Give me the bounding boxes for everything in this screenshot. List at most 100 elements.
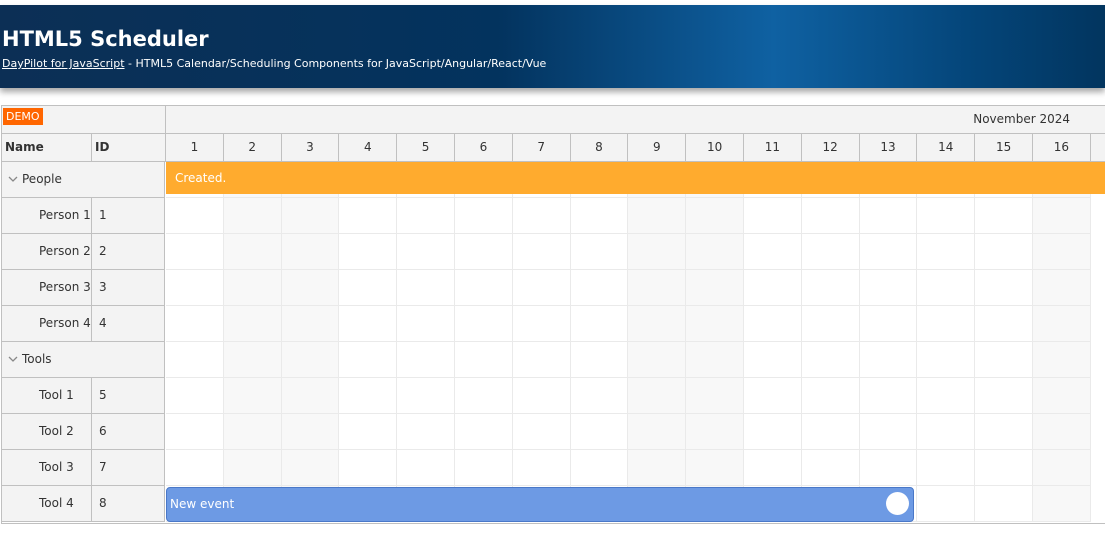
grid-cell[interactable] — [512, 342, 571, 378]
grid-cell[interactable] — [455, 342, 513, 378]
day-header[interactable]: 16 — [1033, 134, 1091, 161]
grid-cell[interactable] — [628, 414, 687, 450]
grid-cell[interactable] — [859, 342, 918, 378]
grid-cell[interactable] — [455, 198, 513, 234]
column-header-name[interactable]: Name — [2, 134, 92, 161]
grid-cell[interactable] — [917, 486, 976, 522]
grid-cell[interactable] — [223, 414, 282, 450]
grid-cell[interactable] — [223, 234, 282, 270]
grid-cell[interactable] — [628, 198, 687, 234]
grid-cell[interactable] — [166, 450, 224, 486]
grid-cell[interactable] — [223, 198, 282, 234]
grid-cell[interactable] — [859, 198, 918, 234]
day-header[interactable]: 9 — [628, 134, 687, 161]
resource-row[interactable]: Person 1 1 — [2, 198, 165, 234]
grid-cell[interactable] — [917, 234, 976, 270]
grid-cell[interactable] — [975, 270, 1033, 306]
grid-cell[interactable] — [223, 342, 282, 378]
day-header[interactable]: 12 — [802, 134, 860, 161]
grid-cell[interactable] — [570, 342, 629, 378]
day-header[interactable]: 4 — [339, 134, 398, 161]
grid-cell[interactable] — [455, 414, 513, 450]
grid-cell[interactable] — [281, 342, 340, 378]
grid-cell[interactable] — [686, 270, 744, 306]
day-header[interactable]: 1 — [166, 134, 224, 161]
grid-cell[interactable] — [455, 306, 513, 342]
resource-row[interactable]: Person 2 2 — [2, 234, 165, 270]
grid-cell[interactable] — [281, 198, 340, 234]
grid-cell[interactable] — [628, 270, 687, 306]
grid-cell[interactable] — [975, 378, 1033, 414]
demo-badge[interactable]: DEMO — [3, 108, 43, 125]
grid-cell[interactable] — [397, 270, 455, 306]
grid-cell[interactable] — [744, 378, 802, 414]
grid-cell[interactable] — [686, 414, 744, 450]
grid-cell[interactable] — [512, 414, 571, 450]
grid-cell[interactable] — [223, 378, 282, 414]
day-header[interactable]: 3 — [282, 134, 340, 161]
grid-cell[interactable] — [744, 306, 802, 342]
grid-cell[interactable] — [628, 342, 687, 378]
grid-cell[interactable] — [859, 270, 918, 306]
grid-cell[interactable] — [975, 342, 1033, 378]
grid-cell[interactable] — [1033, 450, 1091, 486]
grid-cell[interactable] — [570, 450, 629, 486]
grid-cell[interactable] — [975, 198, 1033, 234]
grid-cell[interactable] — [686, 378, 744, 414]
grid-cell[interactable] — [686, 306, 744, 342]
grid-cell[interactable] — [570, 414, 629, 450]
grid-cell[interactable] — [397, 306, 455, 342]
resource-row[interactable]: Tool 2 6 — [2, 414, 165, 450]
resource-row[interactable]: Tool 1 5 — [2, 378, 165, 414]
grid-cell[interactable] — [397, 378, 455, 414]
grid-cell[interactable] — [455, 450, 513, 486]
grid-cell[interactable] — [166, 378, 224, 414]
grid-cell[interactable] — [570, 378, 629, 414]
grid-cell[interactable] — [801, 234, 860, 270]
grid-cell[interactable] — [859, 234, 918, 270]
grid-cell[interactable] — [744, 234, 802, 270]
grid-cell[interactable] — [570, 306, 629, 342]
resource-group-row[interactable]: Tools — [2, 342, 165, 378]
grid-cell[interactable] — [975, 486, 1033, 522]
grid-cell[interactable] — [744, 270, 802, 306]
grid-cell[interactable] — [628, 450, 687, 486]
grid-cell[interactable] — [1033, 306, 1091, 342]
grid-cell[interactable] — [744, 198, 802, 234]
grid-cell[interactable] — [801, 306, 860, 342]
grid-cell[interactable] — [339, 198, 398, 234]
grid-cell[interactable] — [223, 270, 282, 306]
grid-cell[interactable] — [801, 414, 860, 450]
grid-cell[interactable] — [223, 450, 282, 486]
grid-cell[interactable] — [512, 198, 571, 234]
day-header[interactable]: 7 — [513, 134, 571, 161]
grid-cell[interactable] — [859, 450, 918, 486]
grid-cell[interactable] — [281, 450, 340, 486]
grid-cell[interactable] — [917, 414, 976, 450]
grid-cell[interactable] — [917, 378, 976, 414]
resource-row[interactable]: Person 3 3 — [2, 270, 165, 306]
daypilot-link[interactable]: DayPilot for JavaScript — [2, 57, 125, 70]
grid-cell[interactable] — [744, 450, 802, 486]
day-header[interactable]: 5 — [397, 134, 455, 161]
grid-cell[interactable] — [166, 414, 224, 450]
day-header[interactable]: 8 — [571, 134, 629, 161]
grid-cell[interactable] — [628, 378, 687, 414]
grid-cell[interactable] — [339, 234, 398, 270]
resource-row[interactable]: Tool 4 8 — [2, 486, 165, 522]
grid-cell[interactable] — [744, 414, 802, 450]
grid-cell[interactable] — [512, 306, 571, 342]
grid-cell[interactable] — [166, 306, 224, 342]
grid-cell[interactable] — [628, 234, 687, 270]
grid-cell[interactable] — [166, 198, 224, 234]
grid-cell[interactable] — [455, 270, 513, 306]
grid-cell[interactable] — [686, 342, 744, 378]
grid-cell[interactable] — [628, 306, 687, 342]
grid-cell[interactable] — [744, 342, 802, 378]
grid-cell[interactable] — [859, 306, 918, 342]
grid-cell[interactable] — [339, 414, 398, 450]
scheduler-grid[interactable] — [166, 162, 1105, 523]
day-header[interactable]: 2 — [224, 134, 282, 161]
grid-cell[interactable] — [801, 270, 860, 306]
grid-cell[interactable] — [801, 198, 860, 234]
